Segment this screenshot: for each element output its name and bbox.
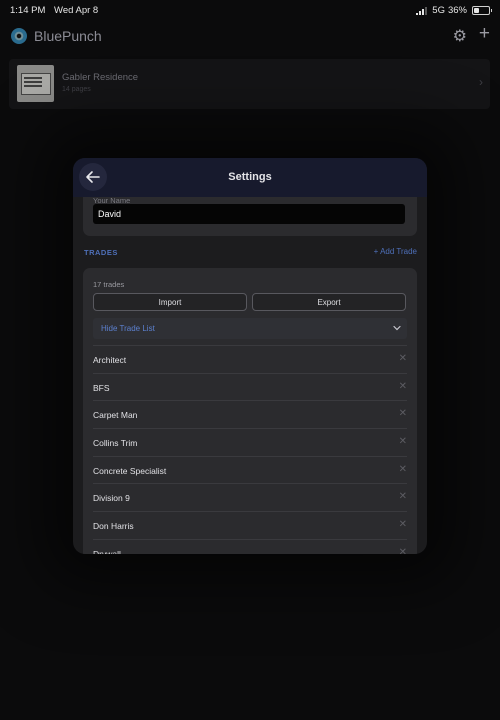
trade-row[interactable]: Collins Trim ✕ [93,428,407,456]
trade-row[interactable]: Don Harris ✕ [93,511,407,539]
plus-icon[interactable]: + [479,23,490,45]
remove-trade-icon[interactable]: ✕ [399,436,407,447]
battery-icon [472,6,492,15]
your-name-input[interactable]: David [93,204,405,224]
remove-trade-icon[interactable]: ✕ [399,519,407,530]
trade-row[interactable]: Architect ✕ [93,345,407,373]
add-trade-button[interactable]: + Add Trade [374,247,417,256]
project-name: Gabler Residence [62,72,139,83]
project-page-count: 14 pages [62,86,91,93]
project-thumbnail [17,65,54,102]
battery-fill [474,8,479,13]
hide-trade-list-label: Hide Trade List [101,324,155,333]
project-card[interactable]: Gabler Residence 14 pages › [9,59,490,109]
remove-trade-icon[interactable]: ✕ [399,353,407,364]
trade-list: Architect ✕ BFS ✕ Carpet Man ✕ Collins Trim ✕ Co… [93,345,407,554]
app-title: BluePunch [34,28,102,44]
remove-trade-icon[interactable]: ✕ [399,491,407,502]
remove-trade-icon[interactable]: ✕ [399,408,407,419]
chevron-right-icon: › [479,75,483,89]
trade-name: Division 9 [93,493,130,504]
trade-name: Carpet Man [93,410,138,421]
trade-row[interactable]: Concrete Specialist ✕ [93,455,407,484]
status-date: Wed Apr 8 [54,5,99,16]
gear-icon[interactable]: ⚙ [453,26,467,46]
remove-trade-icon[interactable]: ✕ [399,381,407,392]
trade-row[interactable]: Division 9 ✕ [93,483,407,511]
settings-modal: Settings Your Name David TRADES + Add Tr… [73,158,427,554]
chevron-down-icon [393,325,401,331]
modal-title: Settings [228,171,272,183]
modal-header: Settings [73,158,427,197]
trade-row[interactable]: Carpet Man ✕ [93,400,407,428]
trades-card: 17 trades Import Export Hide Trade List … [83,268,417,554]
remove-trade-icon[interactable]: ✕ [399,547,407,554]
status-bar: 1:14 PM Wed Apr 8 5G 36% [0,0,500,20]
trade-name: Architect [93,355,127,365]
trade-row[interactable]: Drywall ✕ [93,538,407,554]
trade-row[interactable]: BFS ✕ [93,372,407,401]
app-logo-icon [11,28,27,44]
trade-name: Collins Trim [93,438,138,449]
battery-percent: 36% [447,5,467,16]
trade-name: BFS [93,382,110,393]
trade-name: Don Harris [93,521,134,532]
import-button[interactable]: Import [93,293,247,311]
trades-heading: TRADES [84,248,118,257]
remove-trade-icon[interactable]: ✕ [399,464,407,475]
trade-name: Drywall [93,548,121,554]
export-button[interactable]: Export [252,293,406,311]
hide-trade-list-toggle[interactable]: Hide Trade List [93,318,407,339]
trades-count: 17 trades [93,280,125,289]
trade-name: Concrete Specialist [93,465,167,476]
app-header: BluePunch ⚙ + [0,20,500,52]
signal-icon [416,6,428,15]
status-time: 1:14 PM [10,5,46,16]
network-type: 5G [432,5,445,16]
